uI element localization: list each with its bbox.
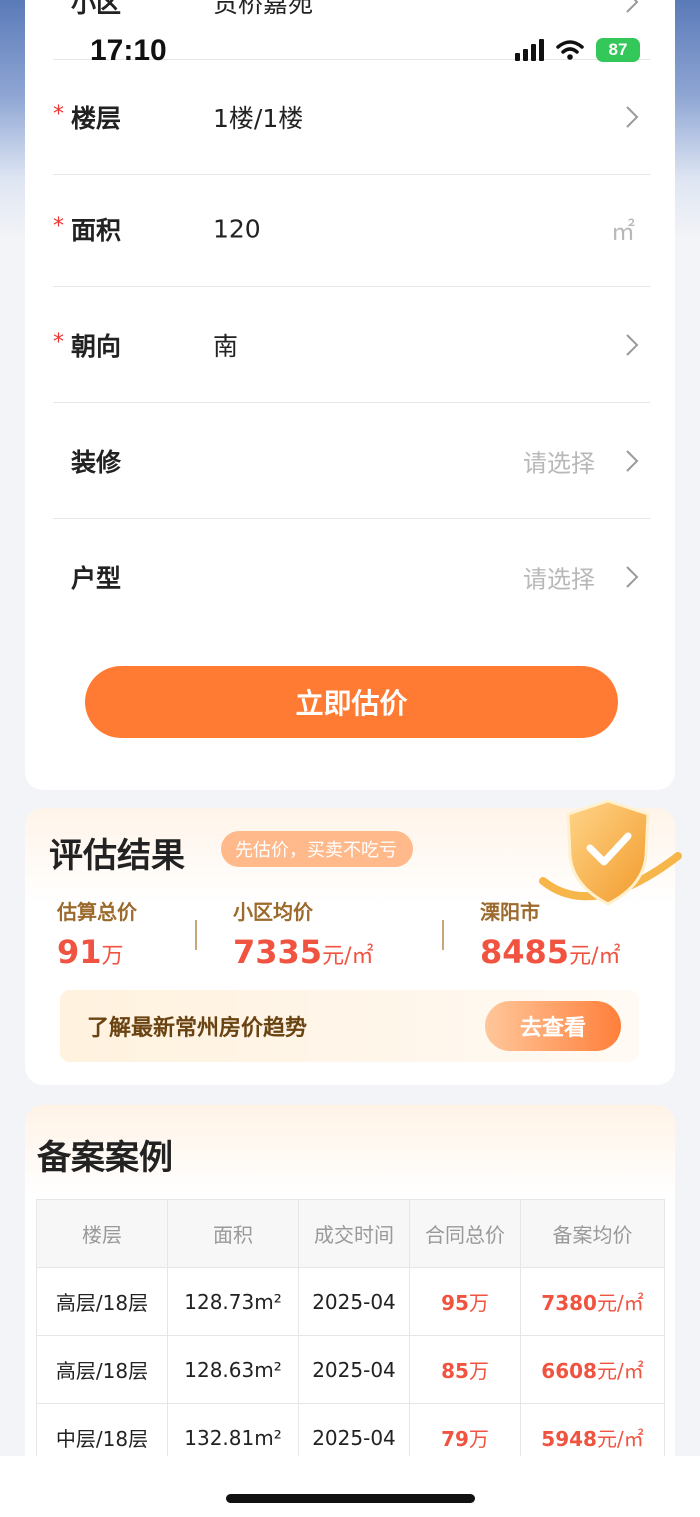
status-icons: 87 [515, 38, 640, 62]
table-header-row: 楼层 面积 成交时间 合同总价 备案均价 [36, 1199, 665, 1268]
cell-total-price: 95万 [409, 1267, 521, 1336]
table-row: 高层/18层 128.73m² 2025-04 95万 7380元/㎡ [36, 1267, 665, 1336]
form-row-decoration[interactable]: 装修 请选择 [53, 404, 650, 519]
cases-table: 楼层 面积 成交时间 合同总价 备案均价 高层/18层 128.73m² 202… [36, 1199, 665, 1472]
stat-label: 小区均价 [233, 900, 313, 924]
bottom-safe-area [0, 1456, 700, 1517]
orientation-label: 朝向 [71, 332, 122, 361]
column-header: 合同总价 [409, 1199, 521, 1268]
cell-floor: 高层/18层 [36, 1335, 168, 1404]
price-trend-banner[interactable]: 了解最新常州房价趋势 去查看 [60, 990, 639, 1062]
wifi-icon [556, 40, 584, 60]
estimate-form-card: * 小区 贡桥嘉苑 * 楼层 1楼/1楼 * 面积 120 ㎡ * 朝向 南 装… [25, 0, 675, 790]
cellular-signal-icon [515, 39, 544, 61]
cell-floor: 高层/18层 [36, 1267, 168, 1336]
required-mark: * [53, 330, 64, 355]
area-label: 面积 [71, 216, 122, 245]
status-bar: 17:10 87 [0, 0, 700, 100]
stat-label: 溧阳市 [480, 900, 540, 924]
form-row-layout[interactable]: 户型 请选择 [53, 519, 650, 634]
column-header: 面积 [167, 1199, 299, 1268]
stat-divider [442, 920, 444, 950]
chevron-right-icon [626, 565, 639, 588]
trend-text: 了解最新常州房价趋势 [87, 1016, 308, 1041]
floor-label: 楼层 [71, 104, 122, 133]
floor-value: 1楼/1楼 [213, 104, 304, 133]
cell-area: 128.73m² [167, 1267, 299, 1336]
home-indicator[interactable] [226, 1494, 475, 1503]
stat-divider [195, 920, 197, 950]
cell-area: 128.63m² [167, 1335, 299, 1404]
required-mark: * [53, 102, 64, 127]
column-header: 楼层 [36, 1199, 168, 1268]
column-header: 成交时间 [298, 1199, 410, 1268]
status-time: 17:10 [90, 34, 167, 67]
estimate-now-button[interactable]: 立即估价 [85, 666, 618, 738]
stat-value: 7335元/㎡ [233, 933, 374, 971]
cell-date: 2025-04 [298, 1267, 410, 1336]
chevron-right-icon [626, 334, 639, 356]
battery-icon: 87 [596, 38, 640, 62]
stat-estimated-total: 估算总价 91万 [57, 896, 137, 971]
cases-title: 备案案例 [37, 1138, 173, 1178]
chevron-right-icon [626, 450, 639, 472]
stat-community-average: 小区均价 7335元/㎡ [233, 896, 373, 971]
cell-total-price: 85万 [409, 1335, 521, 1404]
estimate-result-card: 评估结果 先估价，买卖不吃亏 估算总价 91万 小区均价 7335元/㎡ 溧阳市… [25, 799, 682, 1085]
decoration-placeholder: 请选择 [523, 449, 595, 478]
chevron-right-icon [626, 106, 639, 128]
form-row-area[interactable]: * 面积 120 ㎡ [53, 172, 650, 287]
column-header: 备案均价 [520, 1199, 665, 1268]
area-input[interactable]: 120 [213, 215, 261, 244]
table-row: 高层/18层 128.63m² 2025-04 85万 6608元/㎡ [36, 1335, 665, 1404]
stat-label: 估算总价 [57, 900, 137, 924]
layout-placeholder: 请选择 [523, 565, 595, 593]
cell-average-price: 7380元/㎡ [520, 1267, 665, 1336]
view-trend-button[interactable]: 去查看 [485, 1001, 621, 1051]
result-title: 评估结果 [49, 836, 185, 876]
area-unit: ㎡ [611, 217, 635, 246]
form-row-orientation[interactable]: * 朝向 南 [53, 288, 650, 403]
stat-value: 8485元/㎡ [480, 933, 621, 971]
cell-date: 2025-04 [298, 1335, 410, 1404]
orientation-value: 南 [213, 332, 239, 361]
cell-average-price: 6608元/㎡ [520, 1335, 665, 1404]
stat-city-average: 溧阳市 8485元/㎡ [480, 896, 620, 971]
decoration-label: 装修 [71, 448, 122, 477]
stat-value: 91万 [57, 933, 124, 971]
required-mark: * [53, 214, 64, 239]
layout-label: 户型 [71, 563, 122, 593]
result-tag-badge: 先估价，买卖不吃亏 [221, 831, 413, 867]
